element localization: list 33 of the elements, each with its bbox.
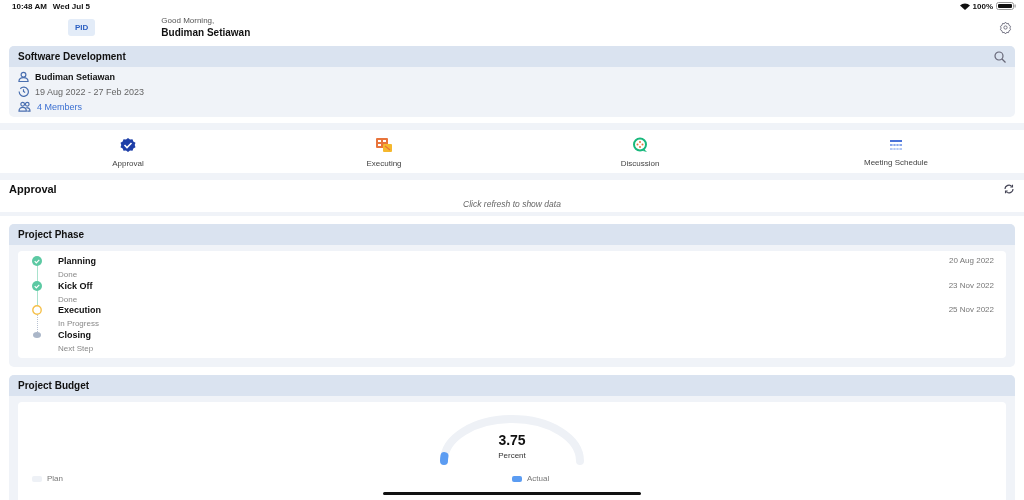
legend-label: Plan [47,474,63,483]
battery-percentage: 100% [972,1,993,11]
status-time: 10:48 AM [12,1,47,11]
phase-status: In Progress [58,319,100,328]
phase-name: Kick Off [58,280,94,291]
greeting-text: Good Morning, [161,16,216,25]
gauge-value: 3.75 [498,432,526,448]
phase-name: Planning [58,256,97,266]
phase-status: Done [58,270,79,279]
project-title: Software Development [18,51,126,62]
phase-status: Next Step [58,343,95,353]
owner-name: Budiman Setiawan [35,71,115,82]
menu-item[interactable]: Executing [256,131,512,173]
section-title: Project Budget [18,380,90,391]
empty-message: Click refresh to show data [463,199,561,209]
phase-status: Done [58,294,79,304]
section-title: Project Phase [18,229,85,240]
project-period: 19 Aug 2022 - 27 Feb 2023 [35,86,145,97]
phase-name: Closing [58,329,92,340]
phase-date: 20 Aug 2022 [949,256,994,267]
user-name: Budiman Setiawan [161,27,252,38]
menu-item[interactable]: Meeting Schedule [768,131,1024,173]
pid-badge: PID [68,18,96,36]
phase-date: 23 Nov 2022 [948,280,994,292]
legend-label: Actual [527,474,550,483]
status-date: Wed Jul 5 [52,1,91,11]
phase-date: 25 Nov 2022 [948,305,994,316]
section-title: Approval [9,183,57,195]
phase-name: Execution [58,305,102,315]
menu-item[interactable]: Discussion [512,131,768,173]
gauge-unit: Percent [498,451,526,460]
members-link[interactable]: 4 Members [37,101,82,112]
menu-item[interactable]: Approval [0,131,256,173]
